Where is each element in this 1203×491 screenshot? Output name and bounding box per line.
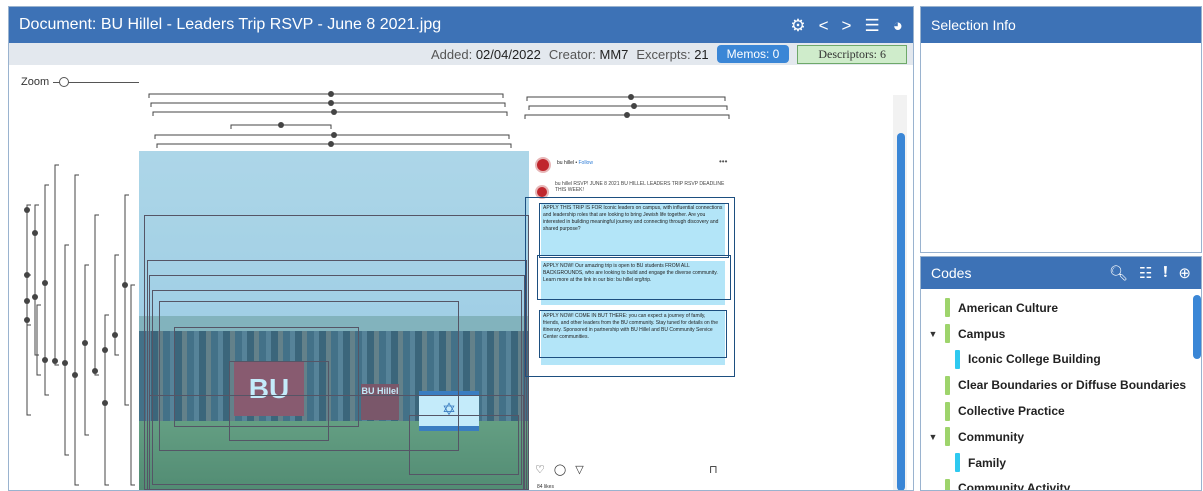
added-meta: Added: 02/04/2022 — [430, 46, 541, 62]
caret-down-icon[interactable]: ▼ — [921, 329, 945, 339]
code-item[interactable]: American Culture — [921, 295, 1189, 321]
excerpt-box[interactable] — [539, 310, 727, 358]
document-canvas[interactable]: Zoom BU BU Hillel ✡ bu hillel • Follow •… — [9, 65, 913, 490]
instagram-username: bu hillel • Follow — [557, 160, 593, 166]
code-item[interactable]: Clear Boundaries or Diffuse Boundaries — [921, 372, 1189, 398]
codes-header-icons: 🔍︎ ☷ ❗︎ ⊕ — [1109, 264, 1191, 282]
code-item[interactable]: ▼ Community — [921, 424, 1189, 450]
excerpts-meta: Excerpts: 21 — [636, 46, 709, 62]
code-color-bar — [945, 324, 950, 344]
memos-button[interactable]: Memos: 0 — [716, 45, 790, 63]
excerpt-box[interactable] — [149, 395, 524, 490]
code-item[interactable]: Community Activity — [921, 476, 1189, 491]
document-header-icons: ⚙ < > ☰ ◕ — [790, 17, 903, 34]
list-icon[interactable]: ☰ — [864, 17, 879, 34]
code-label: Community Activity — [958, 481, 1071, 491]
descriptors-button[interactable]: Descriptors: 6 — [797, 44, 907, 64]
palette-icon[interactable]: ◕ — [893, 17, 903, 34]
chevron-right-icon[interactable]: > — [842, 17, 852, 34]
zoom-slider[interactable] — [53, 76, 140, 87]
code-color-bar — [945, 478, 950, 490]
likes-count: 84 likes — [537, 484, 554, 490]
creator-meta: Creator: MM7 — [548, 46, 629, 62]
code-label: Iconic College Building — [968, 352, 1101, 367]
code-color-bar — [945, 375, 950, 395]
document-meta-bar: Added: 02/04/2022 Creator: MM7 Excerpts:… — [9, 43, 913, 65]
selection-info-panel: Selection Info — [920, 6, 1202, 253]
zoom-control[interactable]: Zoom — [21, 76, 140, 88]
selection-info-header: Selection Info — [921, 7, 1201, 43]
code-label: American Culture — [958, 300, 1059, 315]
document-panel: Document: BU Hillel - Leaders Trip RSVP … — [8, 6, 914, 491]
code-color-bar — [945, 427, 950, 447]
add-icon[interactable]: ⊕ — [1178, 264, 1191, 282]
document-header: Document: BU Hillel - Leaders Trip RSVP … — [9, 7, 913, 43]
code-item[interactable]: Family — [921, 450, 1189, 476]
filter-icon[interactable]: ☷ — [1139, 264, 1152, 282]
code-label: Campus — [958, 326, 1006, 341]
bookmark-icon: ⊓ — [709, 464, 718, 476]
codes-list: American Culture ▼ Campus Iconic College Bu… — [921, 295, 1189, 491]
code-color-bar — [955, 453, 960, 473]
zoom-slider-handle[interactable] — [59, 76, 70, 87]
document-title: Document: BU Hillel - Leaders Trip RSVP … — [19, 16, 442, 33]
alert-icon[interactable]: ❗︎ — [1163, 264, 1167, 282]
code-item[interactable]: Collective Practice — [921, 398, 1189, 424]
code-color-bar — [945, 298, 950, 318]
codes-header: Codes 🔍︎ ☷ ❗︎ ⊕ — [921, 257, 1201, 289]
caption-heading: bu hillel RSVP! JUNE 8 2021 BU HILLEL LE… — [555, 181, 725, 193]
app-root: Document: BU Hillel - Leaders Trip RSVP … — [0, 0, 1203, 491]
code-label: Community — [958, 429, 1024, 444]
gear-icon[interactable]: ⚙ — [790, 17, 805, 34]
code-item[interactable]: ▼ Campus — [921, 321, 1189, 347]
code-color-bar — [955, 349, 960, 369]
selection-info-title: Selection Info — [931, 17, 1016, 33]
excerpt-box[interactable] — [539, 203, 729, 258]
document-scrollbar-thumb[interactable] — [897, 133, 905, 490]
excerpt-box[interactable] — [537, 255, 731, 300]
search-icon[interactable]: 🔍︎ — [1109, 264, 1128, 282]
zoom-label: Zoom — [21, 76, 50, 88]
post-actions-icons: ♡ ◯ ▽ — [535, 464, 587, 476]
avatar — [535, 157, 551, 173]
more-icon: ••• — [719, 157, 728, 166]
code-item[interactable]: Iconic College Building — [921, 347, 1189, 373]
codes-panel: Codes 🔍︎ ☷ ❗︎ ⊕ American Culture ▼ Campus I… — [920, 256, 1202, 491]
codes-scrollbar-thumb[interactable] — [1193, 295, 1201, 359]
code-label: Collective Practice — [958, 404, 1065, 419]
codes-title: Codes — [931, 265, 972, 281]
code-label: Family — [968, 455, 1007, 470]
caret-down-icon[interactable]: ▼ — [921, 432, 945, 442]
code-color-bar — [945, 401, 950, 421]
chevron-left-icon[interactable]: < — [819, 17, 829, 34]
code-label: Clear Boundaries or Diffuse Boundaries — [958, 378, 1187, 393]
